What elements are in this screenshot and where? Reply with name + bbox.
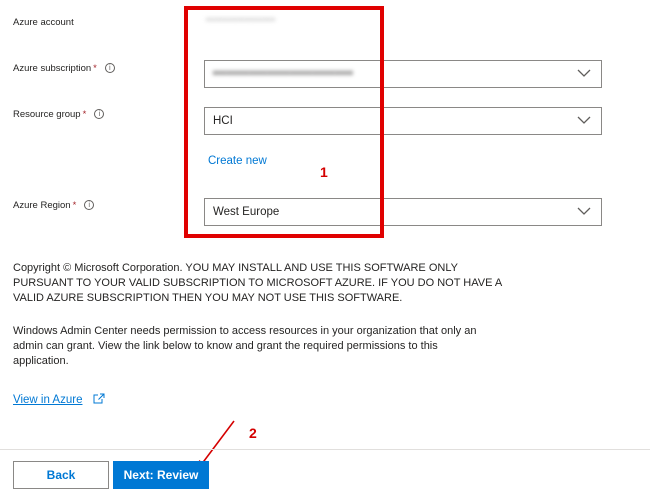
azure-region-label: Azure Region * i [13,200,95,211]
required-marker: * [82,109,87,120]
annotation-number-2: 2 [249,425,257,441]
chevron-down-icon [577,69,591,77]
annotation-box [184,6,384,238]
azure-subscription-label: Azure subscription * i [13,63,115,74]
azure-account-label: Azure account [13,17,74,28]
next-review-button[interactable]: Next: Review [113,461,209,489]
footer-divider [0,449,650,450]
info-icon[interactable]: i [84,200,95,211]
copyright-text: Copyright © Microsoft Corporation. YOU M… [13,262,502,304]
view-in-azure-label: View in Azure [13,394,83,406]
chevron-down-icon [577,116,591,124]
info-icon[interactable]: i [104,63,115,74]
info-icon[interactable]: i [94,109,105,120]
view-in-azure-link[interactable]: View in Azure [13,390,105,408]
back-button[interactable]: Back [13,461,109,489]
required-marker: * [93,63,97,74]
chevron-down-icon [577,207,591,215]
permission-note: Windows Admin Center needs permission to… [13,325,477,367]
resource-group-label: Resource group * i [13,109,105,120]
required-marker: * [72,200,77,211]
annotation-number-1: 1 [320,164,328,180]
external-link-icon [93,393,105,404]
